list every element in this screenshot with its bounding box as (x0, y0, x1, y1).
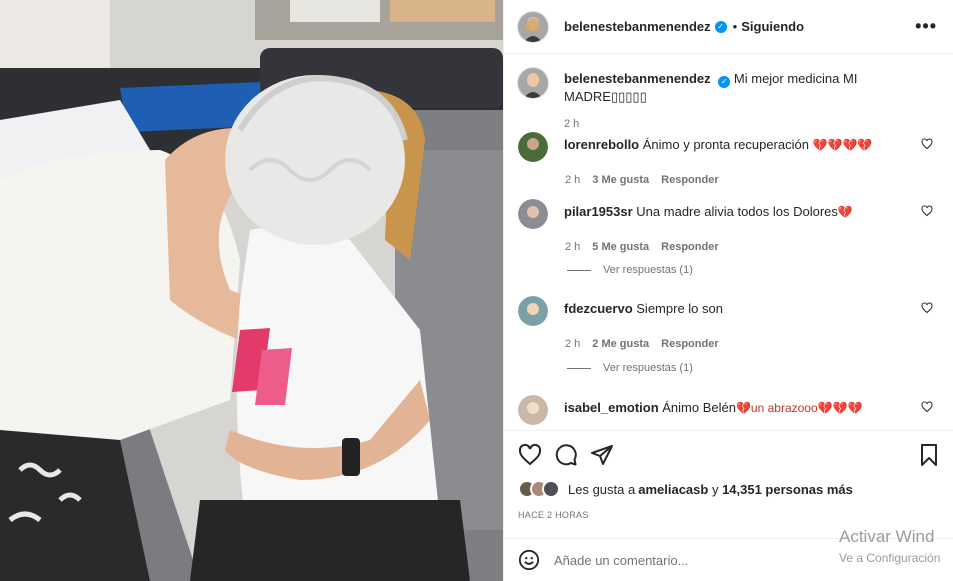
comment-meta: 2 h 3 Me gusta Responder (565, 174, 939, 186)
comment-likes[interactable]: 3 Me gusta (592, 174, 649, 186)
comment-emoji: 💔un abrazooo💔💔💔 (735, 401, 863, 415)
commenter-username[interactable]: isabel_emotion (564, 400, 659, 415)
replies-divider (567, 367, 591, 369)
comment-item: fdezcuervo Siempre lo son 2 h 2 Me gusta… (518, 296, 939, 350)
comment-meta: 2 h 2 Me gusta Responder (565, 338, 939, 350)
post-time-ago[interactable]: HACE 2 HORAS (518, 510, 589, 520)
commenter-username[interactable]: fdezcuervo (564, 301, 633, 316)
heart-icon[interactable] (921, 401, 933, 413)
comment-text: Ánimo Belén (662, 400, 736, 415)
comment-icon[interactable] (554, 443, 578, 467)
reply-button[interactable]: Responder (661, 241, 718, 253)
reply-button[interactable]: Responder (661, 338, 718, 350)
view-replies-button[interactable]: Ver respuestas (1) (567, 264, 693, 276)
comment-meta: 2 h 5 Me gusta Responder (565, 241, 939, 253)
post-caption: belenestebanmenendez ✓ Mi mejor medicina… (518, 68, 937, 130)
view-replies-label[interactable]: Ver respuestas (1) (603, 362, 693, 374)
likes-middle: y (708, 481, 723, 497)
commenter-username[interactable]: lorenrebollo (564, 137, 639, 152)
verified-badge-icon: ✓ (718, 76, 731, 88)
comment-emoji: 💔 (837, 205, 853, 219)
heart-icon[interactable] (921, 138, 933, 150)
caption-username[interactable]: belenestebanmenendez (564, 71, 711, 86)
emoji-icon[interactable] (518, 549, 540, 571)
caption-time[interactable]: 2 h (564, 118, 937, 130)
comments-list[interactable]: belenestebanmenendez ✓ Mi mejor medicina… (504, 54, 953, 430)
liker-avatar (542, 480, 560, 498)
reply-button[interactable]: Responder (661, 174, 718, 186)
commenter-avatar[interactable] (518, 132, 548, 162)
likes-prefix: Les gusta a (568, 481, 636, 497)
comment-text: Una madre alivia todos los Dolores (636, 204, 838, 219)
comment-input[interactable] (554, 552, 794, 568)
comment-item: lorenrebollo Ánimo y pronta recuperación… (518, 132, 939, 186)
following-button[interactable]: Siguiendo (741, 19, 804, 34)
post-header: belenestebanmenendez ✓ • Siguiendo ••• (504, 0, 953, 54)
author-avatar[interactable] (518, 11, 548, 42)
post-photo[interactable] (0, 0, 503, 581)
commenter-username[interactable]: pilar1953sr (564, 204, 633, 219)
heart-icon[interactable] (921, 205, 933, 217)
author-username[interactable]: belenestebanmenendez (564, 19, 711, 34)
commenter-avatar[interactable] (518, 395, 548, 425)
liker-username[interactable]: ameliacasb (638, 482, 708, 497)
caption-avatar[interactable] (518, 68, 548, 98)
post-actions (504, 430, 953, 478)
bookmark-icon[interactable] (917, 443, 941, 467)
view-replies-label[interactable]: Ver respuestas (1) (603, 264, 693, 276)
header-separator: • (732, 19, 738, 34)
likers-avatars[interactable] (518, 480, 560, 498)
verified-badge-icon: ✓ (714, 20, 727, 33)
comment-time[interactable]: 2 h (565, 174, 580, 186)
comment-time[interactable]: 2 h (565, 338, 580, 350)
comment-text: Siempre lo son (636, 301, 723, 316)
add-comment-bar (504, 538, 953, 581)
heart-icon[interactable] (921, 302, 933, 314)
view-replies-button[interactable]: Ver respuestas (1) (567, 362, 693, 374)
likes-summary: Les gusta a ameliacasb y 14,351 personas… (518, 480, 853, 498)
post-detail-panel: belenestebanmenendez ✓ • Siguiendo ••• b… (503, 0, 953, 581)
comment-likes[interactable]: 5 Me gusta (592, 241, 649, 253)
comment-item: isabel_emotion Ánimo Belén💔un abrazooo💔💔… (518, 395, 939, 425)
comment-item: pilar1953sr Una madre alivia todos los D… (518, 199, 939, 253)
commenter-avatar[interactable] (518, 296, 548, 326)
share-icon[interactable] (590, 443, 614, 467)
replies-divider (567, 269, 591, 271)
more-options-icon[interactable]: ••• (915, 16, 937, 37)
comment-text: Ánimo y pronta recuperación (642, 137, 813, 152)
heart-icon[interactable] (518, 443, 542, 467)
comment-time[interactable]: 2 h (565, 241, 580, 253)
comment-emoji: 💔💔💔💔 (812, 138, 873, 152)
comment-likes[interactable]: 2 Me gusta (592, 338, 649, 350)
commenter-avatar[interactable] (518, 199, 548, 229)
likes-count[interactable]: 14,351 personas más (722, 482, 853, 497)
post-image (0, 0, 503, 581)
